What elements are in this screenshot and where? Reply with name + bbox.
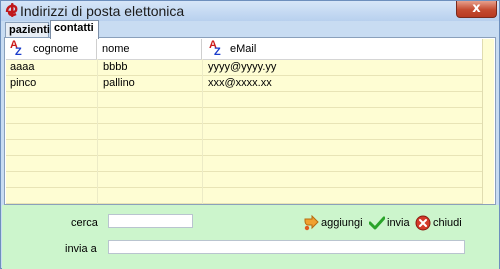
empty-row	[6, 108, 482, 124]
contacts-grid[interactable]: AZ cognome nome AZ eMail aaaa bbbb yyyy@…	[6, 39, 494, 204]
cell-email: xxx@xxxx.xx	[208, 77, 272, 89]
column-divider	[97, 59, 98, 204]
cell-cognome: aaaa	[10, 61, 35, 73]
tab-pazienti[interactable]: pazienti	[5, 22, 50, 38]
column-label-email: eMail	[230, 43, 257, 55]
empty-row	[6, 140, 482, 156]
window-close-button[interactable]: x	[456, 1, 497, 18]
action-panel: cerca invia a aggiungi invia chiudi	[2, 205, 499, 269]
table-row[interactable]: aaaa bbbb yyyy@yyyy.yy	[6, 60, 482, 76]
vertical-scrollbar[interactable]	[482, 39, 494, 204]
empty-row	[6, 172, 482, 188]
cell-cognome: pinco	[10, 77, 37, 89]
cerca-label: cerca	[71, 217, 98, 229]
send-label: invia	[387, 217, 410, 229]
cell-email: yyyy@yyyy.yy	[208, 61, 277, 73]
add-label: aggiungi	[321, 217, 363, 229]
send-button[interactable]: invia	[369, 214, 411, 232]
column-label-cognome: cognome	[33, 43, 79, 55]
title-bar[interactable]: Indirizzi di posta elettonica x	[1, 1, 499, 21]
column-header-cognome[interactable]: AZ cognome	[6, 39, 97, 59]
close-label: chiudi	[433, 217, 462, 229]
empty-row	[6, 92, 482, 108]
sort-az-icon: AZ	[10, 39, 22, 58]
close-button[interactable]: chiudi	[415, 214, 465, 232]
cell-nome: bbbb	[103, 61, 128, 73]
column-header-email[interactable]: AZ eMail	[202, 39, 482, 59]
window-title: Indirizzi di posta elettonica	[20, 3, 185, 19]
table-row[interactable]: pinco pallino xxx@xxxx.xx	[6, 76, 482, 92]
search-input[interactable]	[108, 214, 193, 228]
empty-row	[6, 188, 482, 204]
app-logo-icon	[5, 3, 18, 17]
tab-contatti[interactable]: contatti	[50, 20, 99, 39]
grid-header: AZ cognome nome AZ eMail	[6, 39, 482, 60]
recipient-input[interactable]	[108, 240, 465, 254]
sort-az-icon: AZ	[209, 39, 221, 58]
column-label-nome: nome	[102, 43, 130, 55]
close-circle-icon	[415, 215, 431, 231]
checkmark-icon	[369, 216, 385, 230]
window: Indirizzi di posta elettonica x pazienti…	[0, 0, 500, 269]
close-icon: x	[472, 1, 481, 16]
empty-row	[6, 156, 482, 172]
tab-panel-contatti: AZ cognome nome AZ eMail aaaa bbbb yyyy@…	[4, 37, 496, 205]
arrow-add-icon	[304, 215, 319, 231]
empty-row	[6, 124, 482, 140]
add-button[interactable]: aggiungi	[303, 214, 365, 232]
invia-a-label: invia a	[65, 243, 97, 255]
cell-nome: pallino	[103, 77, 135, 89]
column-header-nome[interactable]: nome	[97, 39, 202, 59]
column-divider	[202, 59, 203, 204]
